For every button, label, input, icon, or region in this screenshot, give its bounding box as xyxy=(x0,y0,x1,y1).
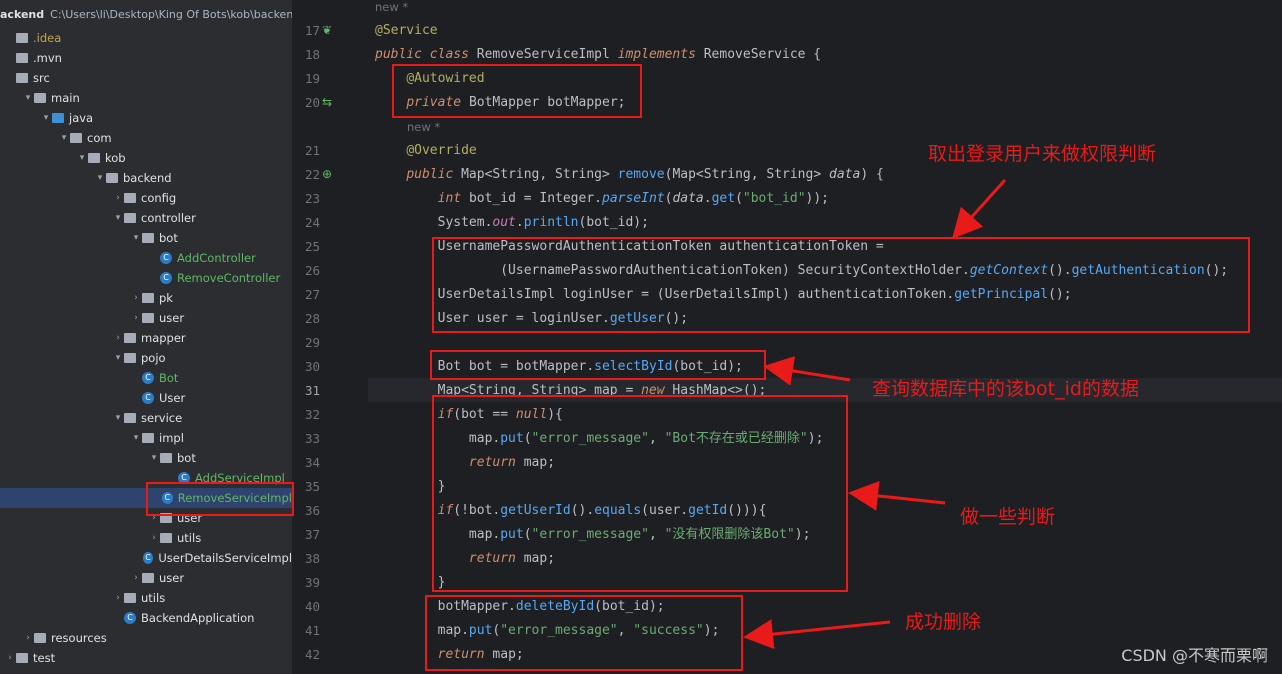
arrow-to-select-bot xyxy=(763,356,851,386)
arrow-to-delete xyxy=(743,619,891,650)
arrow-to-login-user xyxy=(951,178,1007,239)
annotation-note-login-user: 取出登录用户来做权限判断 xyxy=(928,143,1157,165)
annotation-note-delete: 成功删除 xyxy=(905,611,982,633)
annotation-note-checks: 做一些判断 xyxy=(960,506,1056,528)
watermark: CSDN @不寒而栗啊 xyxy=(1121,646,1268,665)
arrow-to-checks xyxy=(848,480,946,511)
annotation-note-select-bot: 查询数据库中的该bot_id的数据 xyxy=(872,378,1139,400)
annotation-arrows xyxy=(743,178,1007,650)
